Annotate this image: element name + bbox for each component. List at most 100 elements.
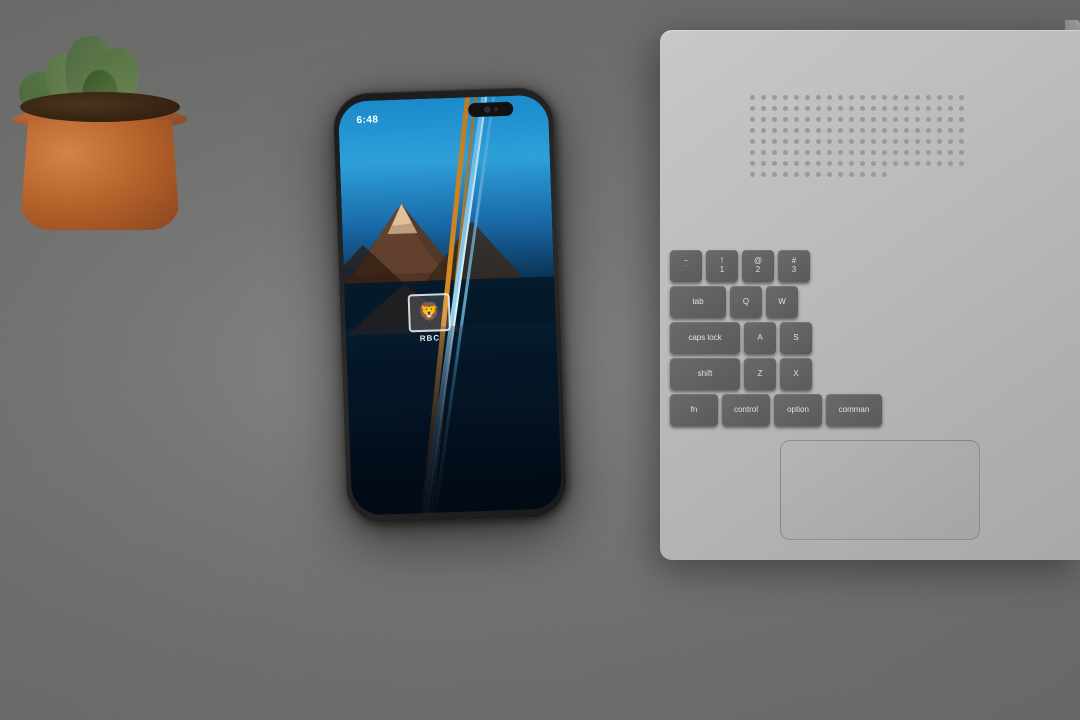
plant-pot bbox=[20, 120, 180, 230]
keyboard-row-5: fn control option comman bbox=[670, 394, 1070, 426]
keyboard-row-3: caps lock A S bbox=[670, 322, 1070, 354]
speaker-dot bbox=[926, 95, 931, 100]
speaker-dot bbox=[783, 161, 788, 166]
speaker-dot bbox=[871, 106, 876, 111]
speaker-dot bbox=[794, 128, 799, 133]
speaker-dot bbox=[827, 139, 832, 144]
speaker-dot bbox=[794, 106, 799, 111]
speaker-dot bbox=[904, 117, 909, 122]
speaker-dot bbox=[761, 161, 766, 166]
speaker-dot bbox=[761, 117, 766, 122]
speaker-dot bbox=[882, 117, 887, 122]
speaker-dot bbox=[838, 139, 843, 144]
speaker-dot bbox=[772, 128, 777, 133]
key-capslock[interactable]: caps lock bbox=[670, 322, 740, 354]
speaker-dot bbox=[948, 106, 953, 111]
key-w[interactable]: W bbox=[766, 286, 798, 318]
speaker-dot bbox=[937, 128, 942, 133]
speaker-dot bbox=[937, 139, 942, 144]
speaker-dot bbox=[794, 161, 799, 166]
smartphone: 🦁 RBC 6:48 bbox=[333, 86, 568, 523]
speaker-dot bbox=[783, 128, 788, 133]
key-fn[interactable]: fn bbox=[670, 394, 718, 426]
speaker-dot bbox=[948, 117, 953, 122]
speaker-dot bbox=[794, 95, 799, 100]
speaker-dot bbox=[805, 106, 810, 111]
speaker-dot bbox=[959, 106, 964, 111]
rbc-text-label: RBC bbox=[420, 333, 441, 343]
speaker-dot bbox=[750, 95, 755, 100]
key-a[interactable]: A bbox=[744, 322, 776, 354]
speaker-dot bbox=[794, 172, 799, 177]
speaker-dot bbox=[827, 95, 832, 100]
speaker-dot bbox=[827, 128, 832, 133]
key-z[interactable]: Z bbox=[744, 358, 776, 390]
trackpad[interactable] bbox=[780, 440, 980, 540]
speaker-dot bbox=[827, 106, 832, 111]
key-2[interactable]: @2 bbox=[742, 250, 774, 282]
speaker-dot bbox=[871, 139, 876, 144]
speaker-dot bbox=[849, 139, 854, 144]
soil bbox=[20, 92, 180, 122]
rbc-lion-icon: 🦁 bbox=[417, 301, 440, 323]
speaker-dot bbox=[926, 128, 931, 133]
water-reflection bbox=[346, 322, 562, 516]
speaker-dot bbox=[882, 172, 887, 177]
speaker-dot bbox=[849, 117, 854, 122]
key-control[interactable]: control bbox=[722, 394, 770, 426]
speaker-dot bbox=[794, 139, 799, 144]
speaker-dot bbox=[937, 117, 942, 122]
speaker-grille bbox=[740, 85, 1040, 225]
speaker-dot bbox=[838, 106, 843, 111]
speaker-dot bbox=[871, 150, 876, 155]
key-q[interactable]: Q bbox=[730, 286, 762, 318]
speaker-dot bbox=[926, 161, 931, 166]
speaker-dot bbox=[959, 161, 964, 166]
speaker-dot bbox=[882, 150, 887, 155]
phone-screen: 🦁 RBC 6:48 bbox=[338, 94, 562, 515]
speaker-dot bbox=[838, 172, 843, 177]
key-tab[interactable]: tab bbox=[670, 286, 726, 318]
key-shift[interactable]: shift bbox=[670, 358, 740, 390]
speaker-dot bbox=[816, 106, 821, 111]
key-s[interactable]: S bbox=[780, 322, 812, 354]
key-x[interactable]: X bbox=[780, 358, 812, 390]
speaker-dot bbox=[871, 128, 876, 133]
speaker-dot bbox=[937, 95, 942, 100]
speaker-dot bbox=[904, 128, 909, 133]
speaker-dot bbox=[816, 161, 821, 166]
speaker-dot bbox=[893, 106, 898, 111]
speaker-dot bbox=[893, 139, 898, 144]
speaker-dot bbox=[904, 150, 909, 155]
speaker-dot bbox=[937, 106, 942, 111]
speaker-dot bbox=[750, 139, 755, 144]
key-3[interactable]: #3 bbox=[778, 250, 810, 282]
speaker-dot bbox=[772, 117, 777, 122]
speaker-dot bbox=[871, 95, 876, 100]
speaker-dot bbox=[893, 128, 898, 133]
speaker-dot bbox=[871, 172, 876, 177]
speaker-dot bbox=[860, 128, 865, 133]
speaker-dot bbox=[915, 128, 920, 133]
speaker-dot bbox=[882, 106, 887, 111]
speaker-dot bbox=[937, 150, 942, 155]
speaker-dot bbox=[805, 128, 810, 133]
speaker-dot bbox=[915, 150, 920, 155]
speaker-dot bbox=[816, 172, 821, 177]
key-tilde[interactable]: ~` bbox=[670, 250, 702, 282]
speaker-dot bbox=[915, 139, 920, 144]
speaker-dot bbox=[783, 172, 788, 177]
speaker-dot bbox=[871, 117, 876, 122]
speaker-dot bbox=[915, 95, 920, 100]
speaker-dot bbox=[772, 161, 777, 166]
phone-time: 6:48 bbox=[356, 114, 378, 126]
speaker-dot bbox=[805, 150, 810, 155]
speaker-dot bbox=[893, 161, 898, 166]
speaker-dot bbox=[761, 172, 766, 177]
speaker-dot bbox=[750, 106, 755, 111]
key-1[interactable]: !1 bbox=[706, 250, 738, 282]
speaker-dot bbox=[838, 117, 843, 122]
key-command[interactable]: comman bbox=[826, 394, 882, 426]
key-option[interactable]: option bbox=[774, 394, 822, 426]
speaker-dot bbox=[805, 139, 810, 144]
